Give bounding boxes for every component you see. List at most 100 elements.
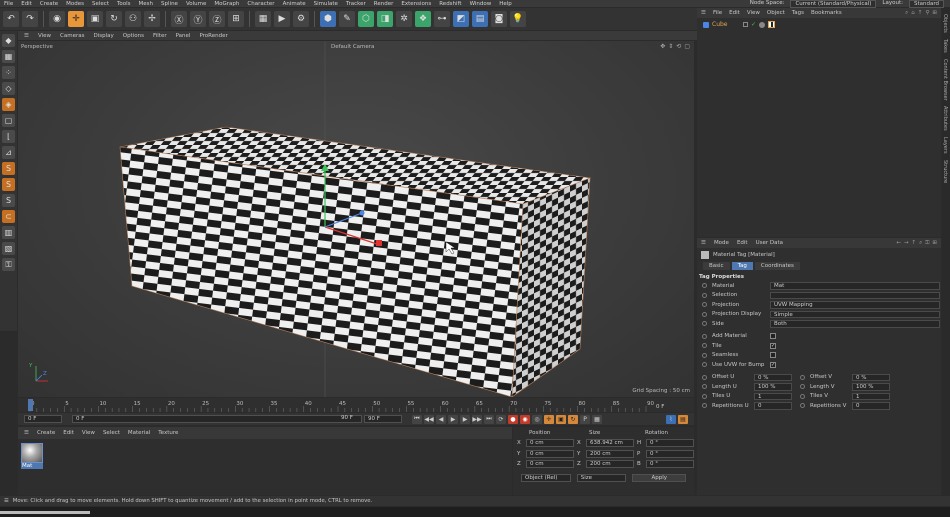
viewport-menu-cameras[interactable]: Cameras <box>60 33 84 39</box>
attribute-menu-icon[interactable]: ☰ <box>701 240 706 246</box>
key-param-icon[interactable]: P <box>580 414 590 424</box>
material-menu-material[interactable]: Material <box>128 430 150 436</box>
search-icon[interactable]: ⌕ <box>905 10 908 17</box>
menu-simulate[interactable]: Simulate <box>314 1 338 7</box>
property-value[interactable] <box>770 291 940 299</box>
model-mode-icon[interactable]: ◆ <box>2 34 15 47</box>
animate-dot-icon[interactable] <box>702 362 707 368</box>
cloner-icon[interactable]: ✲ <box>396 11 412 27</box>
prev-key-icon[interactable]: ◀◀ <box>424 414 434 424</box>
material-menu-texture[interactable]: Texture <box>158 430 178 436</box>
animate-dot-icon[interactable] <box>800 403 805 409</box>
scene-icon[interactable]: ◩ <box>453 11 469 27</box>
checkmark-icon[interactable]: ✓ <box>751 21 756 28</box>
material-item[interactable]: Mat <box>21 443 43 469</box>
checkbox[interactable]: ✓ <box>770 342 776 349</box>
layout-select[interactable]: Standard <box>908 0 944 8</box>
side-tab-layers[interactable]: Layers <box>942 137 948 154</box>
phong-tag-icon[interactable] <box>759 21 766 28</box>
back-icon[interactable]: ← <box>896 240 901 247</box>
magnet-icon[interactable]: ⊂ <box>2 210 15 223</box>
record-icon[interactable]: ● <box>508 414 518 424</box>
property-value[interactable]: Simple <box>770 310 940 318</box>
render-settings-icon[interactable]: ⚙ <box>293 11 309 27</box>
paint-icon[interactable]: S <box>2 194 15 207</box>
animate-dot-icon[interactable] <box>702 343 707 349</box>
undo-icon[interactable]: ↶ <box>3 11 19 27</box>
menu-help[interactable]: Help <box>499 1 512 7</box>
autokey-icon[interactable]: ◉ <box>520 414 530 424</box>
key-position-icon[interactable]: ✛ <box>544 414 554 424</box>
animate-dot-icon[interactable] <box>702 384 707 390</box>
offset-field[interactable]: 100 % <box>754 383 792 391</box>
animate-dot-icon[interactable] <box>800 374 805 380</box>
home-icon[interactable]: ⌂ <box>911 10 915 17</box>
dolly-icon[interactable]: ⇕ <box>668 43 673 50</box>
material-tag-thumb-icon[interactable] <box>768 21 776 28</box>
offset-field[interactable]: 1 <box>852 392 890 400</box>
rotation-field[interactable]: 0 ° <box>646 460 694 469</box>
attribute-menu-user-data[interactable]: User Data <box>756 240 783 246</box>
workplane-icon[interactable]: ▧ <box>2 242 15 255</box>
world-axis-icon[interactable]: ✢ <box>144 11 160 27</box>
cube-object[interactable] <box>119 126 592 397</box>
menu-tools[interactable]: Tools <box>117 1 131 7</box>
object-menu-file[interactable]: File <box>713 10 722 16</box>
z-axis-lock-icon[interactable]: Ⓩ <box>209 11 225 27</box>
tab-tag[interactable]: Tag <box>731 262 753 270</box>
tab-coordinates[interactable]: Coordinates <box>754 262 800 270</box>
material-menu-view[interactable]: View <box>82 430 95 436</box>
start-frame-field[interactable]: 0 F <box>24 415 62 423</box>
play-icon[interactable]: ▶ <box>448 414 458 424</box>
viewport-menu-options[interactable]: Options <box>123 33 144 39</box>
cube-primitive-icon[interactable]: ⬢ <box>320 11 336 27</box>
recent-tools-icon[interactable]: ⚇ <box>125 11 141 27</box>
object-menu-view[interactable]: View <box>747 10 760 16</box>
menu-edit[interactable]: Edit <box>21 1 32 7</box>
menu-window[interactable]: Window <box>470 1 492 7</box>
rotation-field[interactable]: 0 ° <box>646 449 694 458</box>
offset-field[interactable]: 100 % <box>852 383 890 391</box>
object-menu-edit[interactable]: Edit <box>729 10 740 16</box>
live-selection-icon[interactable]: ◉ <box>49 11 65 27</box>
polygons-mode-icon[interactable]: ◈ <box>2 98 15 111</box>
loop-icon[interactable]: ⟳ <box>496 414 506 424</box>
forward-icon[interactable]: → <box>904 240 909 247</box>
snap-icon[interactable]: ⊿ <box>2 146 15 159</box>
animate-dot-icon[interactable] <box>702 403 707 409</box>
new-window-icon[interactable]: ⊞ <box>932 10 937 17</box>
animate-dot-icon[interactable] <box>800 393 805 399</box>
offset-field[interactable]: 0 <box>754 402 792 410</box>
light-icon[interactable]: 💡 <box>510 11 526 27</box>
animate-dot-icon[interactable] <box>800 384 805 390</box>
menu-file[interactable]: File <box>4 1 13 7</box>
edges-mode-icon[interactable]: ◇ <box>2 82 15 95</box>
side-tab-attributes[interactable]: Attributes <box>942 106 948 131</box>
property-value[interactable]: UVW Mapping <box>770 301 940 309</box>
checkbox[interactable] <box>770 352 776 359</box>
rotation-field[interactable]: 0 ° <box>646 439 694 448</box>
floor-icon[interactable]: ▤ <box>472 11 488 27</box>
viewport-menu-icon[interactable]: ☰ <box>24 33 29 39</box>
object-row[interactable]: Cube ✓ <box>703 20 935 29</box>
position-field[interactable]: 0 cm <box>526 449 574 458</box>
side-tab-objects[interactable]: Objects <box>942 14 948 33</box>
timeline-ticks[interactable]: 0510152025303540455055606570758085900 F <box>18 398 694 412</box>
size-field[interactable]: 638.942 cm <box>586 439 634 448</box>
side-tab-content-browser[interactable]: Content Browser <box>942 59 948 101</box>
menu-animate[interactable]: Animate <box>283 1 306 7</box>
camera-name[interactable]: Default Camera <box>331 44 374 50</box>
attribute-menu-mode[interactable]: Mode <box>714 240 729 246</box>
key-pla-icon[interactable]: ▦ <box>592 414 602 424</box>
schedule-icon[interactable]: ▤ <box>678 414 688 424</box>
scale-tool-icon[interactable]: ▣ <box>87 11 103 27</box>
timeline-ruler[interactable]: 0510152025303540455055606570758085900 F <box>18 398 694 412</box>
material-menu-create[interactable]: Create <box>37 430 55 436</box>
menu-character[interactable]: Character <box>247 1 274 7</box>
position-field[interactable]: 0 cm <box>526 439 574 448</box>
x-axis-lock-icon[interactable]: Ⓧ <box>171 11 187 27</box>
viewport-menu-filter[interactable]: Filter <box>153 33 167 39</box>
menu-spline[interactable]: Spline <box>161 1 178 7</box>
axis-mode-icon[interactable]: ⌊ <box>2 130 15 143</box>
search-icon[interactable]: ⌕ <box>919 240 922 247</box>
